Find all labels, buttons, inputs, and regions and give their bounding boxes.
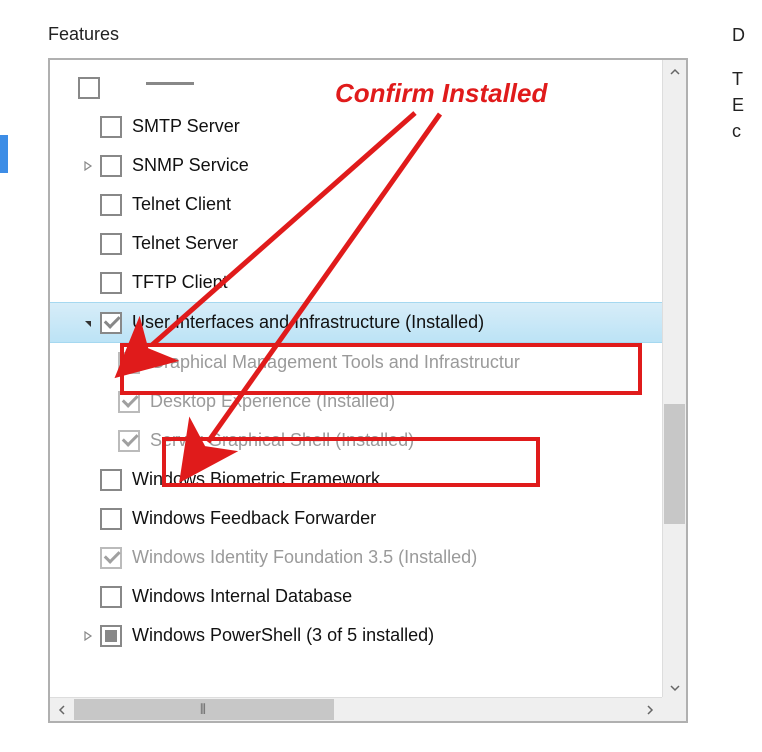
- checkbox[interactable]: [78, 77, 100, 99]
- right-text-char: T: [732, 66, 750, 92]
- item-label: Server Graphical Shell (Installed): [150, 430, 414, 451]
- right-text-char: c: [732, 118, 750, 144]
- features-scrollzone: SMTP Server SNMP Service Telnet Client Teln…: [50, 60, 686, 700]
- item-label: Telnet Server: [132, 233, 238, 254]
- item-label: SMTP Server: [132, 116, 240, 137]
- scroll-left-button[interactable]: [50, 698, 74, 721]
- features-tree: SMTP Server SNMP Service Telnet Client Teln…: [50, 60, 686, 663]
- tree-item-desktop-experience[interactable]: Desktop Experience (Installed): [50, 382, 686, 421]
- checkbox[interactable]: [100, 586, 122, 608]
- horizontal-scroll-thumb[interactable]: ⦀: [74, 699, 334, 720]
- horizontal-scroll-track[interactable]: ⦀: [74, 698, 638, 721]
- tree-item-server-graphical-shell[interactable]: Server Graphical Shell (Installed): [50, 421, 686, 460]
- tree-item-windows-powershell[interactable]: Windows PowerShell (3 of 5 installed): [50, 616, 686, 655]
- horizontal-scrollbar[interactable]: ⦀: [50, 697, 662, 721]
- checkbox[interactable]: [100, 116, 122, 138]
- tree-item-tftp-client[interactable]: TFTP Client: [50, 263, 686, 302]
- right-sidebar-cutoff: D T E c: [732, 22, 750, 144]
- tree-item-smtp-server[interactable]: SMTP Server: [50, 107, 686, 146]
- partial-line: [146, 82, 194, 85]
- item-label: Windows Internal Database: [132, 586, 352, 607]
- checkbox[interactable]: [100, 272, 122, 294]
- vertical-scroll-thumb[interactable]: [664, 404, 685, 524]
- item-label: TFTP Client: [132, 272, 228, 293]
- expand-expanded-icon[interactable]: [78, 313, 98, 333]
- tree-item-user-interfaces-infrastructure[interactable]: User Interfaces and Infrastructure (Inst…: [50, 302, 686, 343]
- vertical-scrollbar[interactable]: [662, 60, 686, 700]
- checkbox[interactable]: [100, 155, 122, 177]
- checkbox[interactable]: [118, 430, 140, 452]
- right-text-char: E: [732, 92, 750, 118]
- tree-item-graphical-management-tools[interactable]: Graphical Management Tools and Infrastru…: [50, 343, 686, 382]
- item-label: Desktop Experience (Installed): [150, 391, 395, 412]
- checkbox[interactable]: [118, 352, 140, 374]
- item-label: Windows PowerShell (3 of 5 installed): [132, 625, 434, 646]
- tree-item-windows-feedback-forwarder[interactable]: Windows Feedback Forwarder: [50, 499, 686, 538]
- features-listbox[interactable]: SMTP Server SNMP Service Telnet Client Teln…: [48, 58, 688, 723]
- tree-item-telnet-server[interactable]: Telnet Server: [50, 224, 686, 263]
- scroll-up-button[interactable]: [663, 60, 686, 84]
- tree-item-windows-internal-database[interactable]: Windows Internal Database: [50, 577, 686, 616]
- item-label: User Interfaces and Infrastructure (Inst…: [132, 312, 484, 333]
- tree-item-snmp-service[interactable]: SNMP Service: [50, 146, 686, 185]
- item-label: Telnet Client: [132, 194, 231, 215]
- right-text-char: D: [732, 22, 750, 48]
- tree-item-telnet-client[interactable]: Telnet Client: [50, 185, 686, 224]
- checkbox[interactable]: [100, 312, 122, 334]
- item-label: Windows Biometric Framework: [132, 469, 380, 490]
- expand-collapsed-icon[interactable]: [78, 156, 98, 176]
- checkbox[interactable]: [118, 391, 140, 413]
- tree-item-windows-biometric-framework[interactable]: Windows Biometric Framework: [50, 460, 686, 499]
- checkbox[interactable]: [100, 625, 122, 647]
- left-selection-marker: [0, 135, 8, 173]
- checkbox[interactable]: [100, 508, 122, 530]
- checkbox[interactable]: [100, 469, 122, 491]
- item-label: SNMP Service: [132, 155, 249, 176]
- scroll-right-button[interactable]: [638, 698, 662, 721]
- expand-collapsed-icon[interactable]: [78, 626, 98, 646]
- section-header: Features: [48, 24, 119, 45]
- annotation-confirm-installed: Confirm Installed: [335, 78, 547, 109]
- checkbox[interactable]: [100, 547, 122, 569]
- vertical-scroll-track[interactable]: [663, 84, 686, 676]
- item-label: Windows Identity Foundation 3.5 (Install…: [132, 547, 477, 568]
- tree-item-windows-identity-foundation[interactable]: Windows Identity Foundation 3.5 (Install…: [50, 538, 686, 577]
- checkbox[interactable]: [100, 194, 122, 216]
- item-label: Graphical Management Tools and Infrastru…: [150, 352, 520, 373]
- checkbox[interactable]: [100, 233, 122, 255]
- item-label: Windows Feedback Forwarder: [132, 508, 376, 529]
- scrollbar-corner: [662, 697, 686, 721]
